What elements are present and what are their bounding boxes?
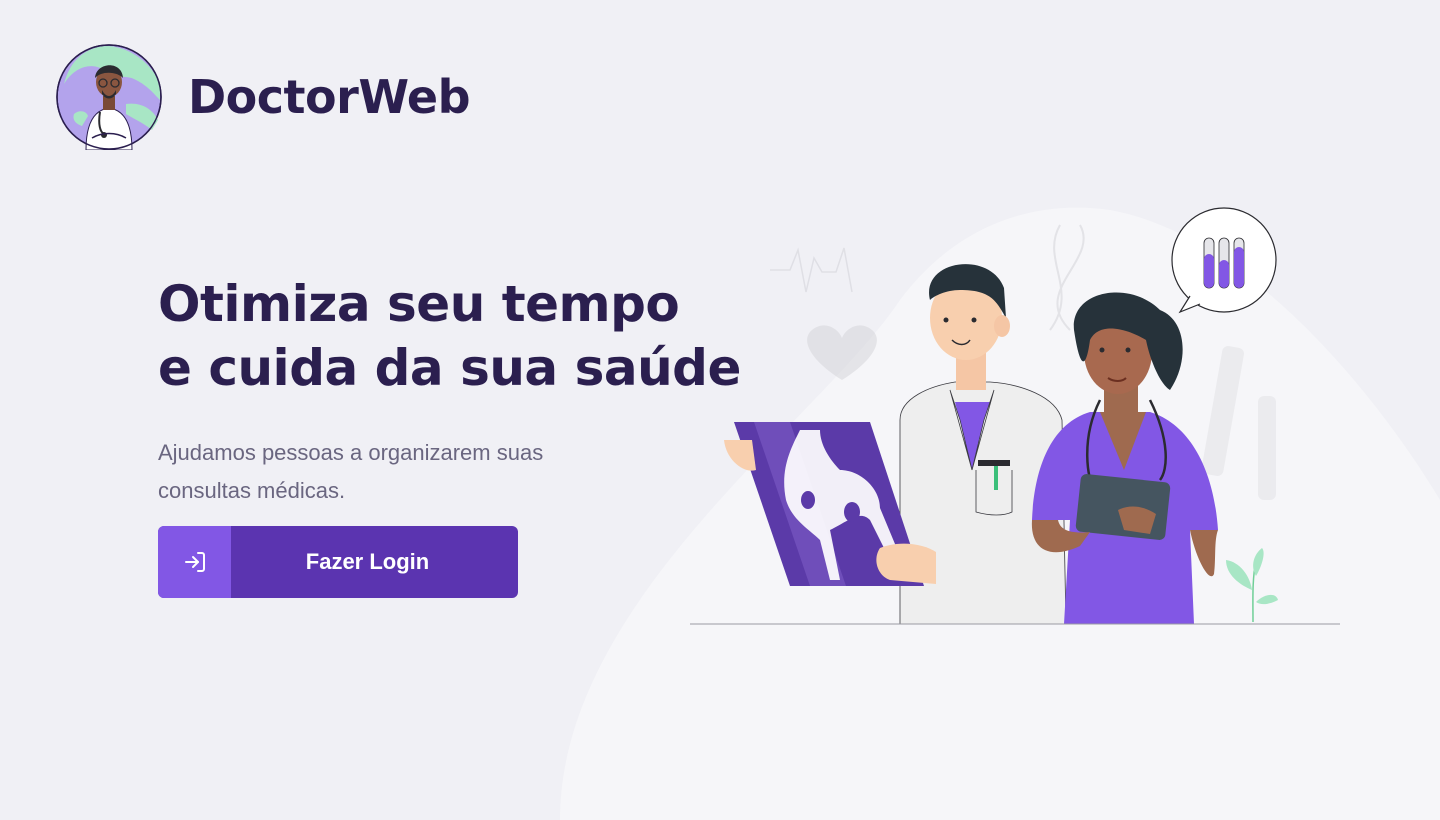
hero-description: Ajudamos pessoas a organizarem suas cons… <box>158 440 544 503</box>
login-button-label: Fazer Login <box>305 549 430 574</box>
page-title: Otimiza seu tempo e cuida da sua saúde <box>158 272 741 400</box>
login-icon-box <box>158 526 231 598</box>
login-button[interactable]: Fazer Login <box>158 526 518 598</box>
doctors-xray-illustration <box>690 207 1340 625</box>
plant-icon <box>1226 548 1278 623</box>
chart-bubble-icon <box>1171 207 1277 314</box>
brand-name: DoctorWeb <box>188 70 471 124</box>
headline-line-1: Otimiza seu tempo <box>158 275 680 333</box>
heart-monitor-icon <box>770 247 877 380</box>
brand-header: DoctorWeb <box>56 44 471 150</box>
test-tubes-icon <box>1201 346 1276 500</box>
sign-in-icon <box>184 552 205 572</box>
hero-section: Otimiza seu tempo e cuida da sua saúde A… <box>158 272 741 598</box>
headline-line-2: e cuida da sua saúde <box>158 339 741 397</box>
doctor-avatar-icon[interactable] <box>56 44 162 150</box>
